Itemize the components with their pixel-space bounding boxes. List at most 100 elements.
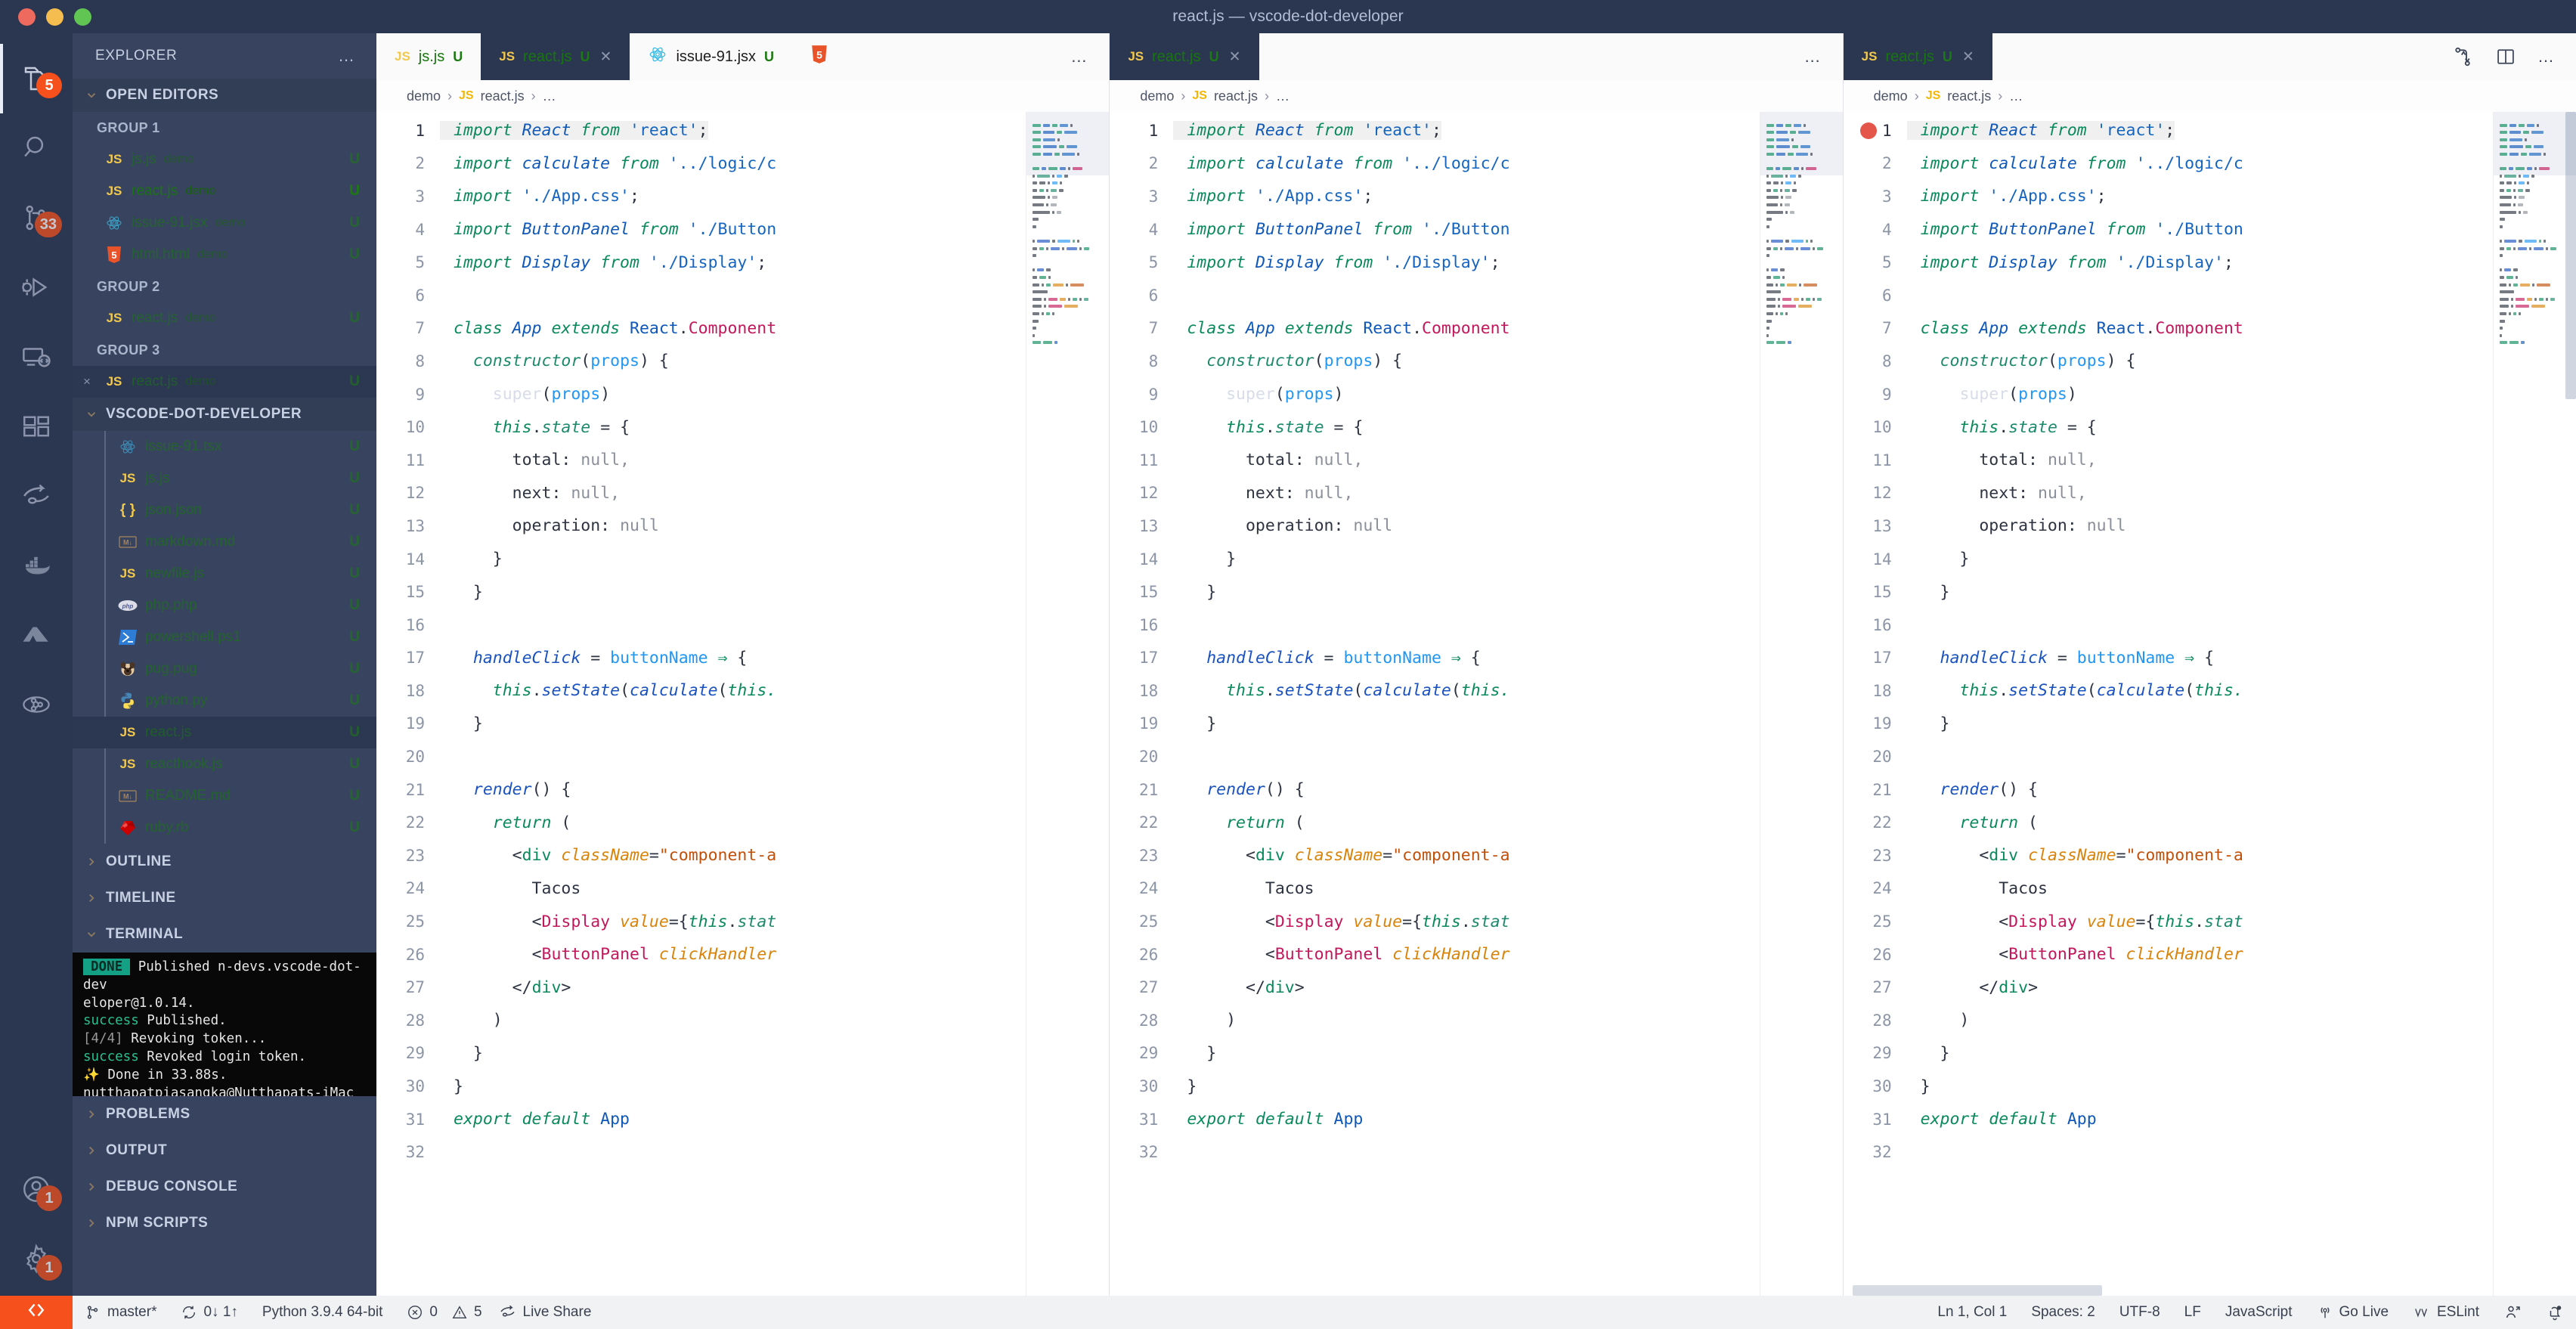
breadcrumb-file[interactable]: react.js [1214, 88, 1258, 104]
problems-section-header[interactable]: PROBLEMS [73, 1096, 376, 1132]
status-go-live[interactable]: Go Live [2305, 1296, 2401, 1329]
open-editor-row[interactable]: JS js.js demo U [73, 144, 376, 175]
activity-item-run-and-debug[interactable] [0, 252, 73, 322]
remote-window-button[interactable] [0, 1296, 73, 1329]
close-icon[interactable]: ✕ [600, 48, 612, 66]
breadcrumb-2[interactable]: demo › JS react.js › … [1110, 80, 1842, 112]
tree-row[interactable]: php php.php U [73, 590, 376, 621]
outline-section-header[interactable]: OUTLINE [73, 844, 376, 880]
status-live-share[interactable]: Live Share [487, 1296, 604, 1329]
breadcrumb-3[interactable]: demo › JS react.js › … [1844, 80, 2576, 112]
status-branch[interactable]: master* [73, 1296, 169, 1329]
terminal-section-header[interactable]: TERMINAL [73, 916, 376, 953]
editor-more-actions-button[interactable]: … [1804, 47, 1823, 67]
breadcrumb-folder[interactable]: demo [1140, 88, 1174, 104]
minimap-token [2546, 247, 2548, 250]
code-line-text: } [1173, 1044, 1216, 1063]
tree-row[interactable]: JS react.js U [73, 717, 376, 748]
breadcrumb-symbol[interactable]: … [543, 88, 556, 104]
split-editor-icon[interactable] [2495, 46, 2516, 67]
tab-react-js[interactable]: JS react.js U ✕ [1110, 33, 1259, 80]
status-sync[interactable]: 0↓ 1↑ [169, 1296, 249, 1329]
status-python-interpreter[interactable]: Python 3.9.4 64-bit [250, 1296, 395, 1329]
terminal-output[interactable]: DONE Published n-devs.vscode-dot-dev elo… [73, 953, 376, 1096]
tree-row[interactable]: JS js.js U [73, 463, 376, 494]
explorer-more-actions-button[interactable]: … [338, 48, 357, 64]
activity-item-azure[interactable] [0, 600, 73, 670]
status-cursor-position[interactable]: Ln 1, Col 1 [1925, 1296, 2019, 1329]
activity-item-live-share[interactable] [0, 461, 73, 531]
timeline-section-header[interactable]: TIMELINE [73, 880, 376, 916]
npm-scripts-section-header[interactable]: NPM SCRIPTS [73, 1205, 376, 1241]
tree-row[interactable]: issue-91.tsx U [73, 431, 376, 463]
tab-react-js[interactable]: JS react.js U ✕ [481, 33, 630, 80]
tab-issue-91-jsx[interactable]: issue-91.jsx U [630, 33, 792, 80]
breadcrumb-file[interactable]: react.js [481, 88, 525, 104]
code-editor-2[interactable]: 1import React from 'react';2import calcu… [1110, 112, 1842, 1296]
tree-row[interactable]: M↓ README.md U [73, 780, 376, 812]
status-encoding[interactable]: UTF-8 [2107, 1296, 2172, 1329]
activity-item-test-explorer[interactable] [0, 670, 73, 739]
open-changes-icon[interactable] [2451, 45, 2474, 68]
activity-item-settings[interactable]: 1 [0, 1226, 73, 1296]
tree-row[interactable]: python.py U [73, 685, 376, 717]
activity-item-source-control[interactable]: 33 [0, 183, 73, 252]
minimap-slider[interactable] [2494, 112, 2576, 175]
status-errors[interactable]: 0 5 [395, 1296, 486, 1329]
workspace-section-header[interactable]: VSCODE-DOT-DEVELOPER [73, 398, 376, 431]
tree-row[interactable]: pug.pug U [73, 653, 376, 685]
close-icon[interactable]: ✕ [1962, 48, 1974, 66]
minimap-2[interactable] [1760, 112, 1843, 1296]
code-editor-3[interactable]: 1import React from 'react';2import calcu… [1844, 112, 2576, 1296]
close-icon[interactable]: × [83, 374, 91, 389]
vertical-scrollbar[interactable] [2565, 112, 2576, 399]
status-indentation[interactable]: Spaces: 2 [2019, 1296, 2107, 1329]
status-eslint[interactable]: ESLint [2401, 1296, 2491, 1329]
tree-row[interactable]: JS newfile.js U [73, 558, 376, 590]
breadcrumb-1[interactable]: demo › JS react.js › … [376, 80, 1109, 112]
horizontal-scrollbar[interactable] [1853, 1285, 2102, 1296]
minimap-token [1044, 305, 1046, 308]
tab-js-js[interactable]: JS js.js U [376, 33, 481, 80]
breadcrumb-symbol[interactable]: … [1276, 88, 1290, 104]
tree-row[interactable]: ruby.rb U [73, 812, 376, 844]
open-editors-section-header[interactable]: OPEN EDITORS [73, 79, 376, 112]
minimap-1[interactable] [1026, 112, 1109, 1296]
status-notifications[interactable] [2534, 1296, 2576, 1329]
breadcrumb-folder[interactable]: demo [407, 88, 441, 104]
output-section-header[interactable]: OUTPUT [73, 1132, 376, 1169]
editor-more-actions-button[interactable]: … [2537, 47, 2556, 67]
status-eol[interactable]: LF [2172, 1296, 2213, 1329]
breakpoint-marker[interactable] [1860, 122, 1877, 139]
open-editor-row[interactable]: JS react.js demo U [73, 175, 376, 207]
code-editor-1[interactable]: 1import React from 'react';2import calcu… [376, 112, 1109, 1296]
minimap-slider[interactable] [1026, 112, 1109, 175]
breadcrumb-file[interactable]: react.js [1947, 88, 1991, 104]
open-editor-row[interactable]: issue-91.jsx demo U [73, 207, 376, 239]
activity-item-remote-explorer[interactable] [0, 322, 73, 392]
line-number: 3 [1844, 187, 1907, 206]
open-editor-row[interactable]: JS react.js demo U [73, 302, 376, 334]
open-editor-row[interactable]: 5 html.html demo U [73, 239, 376, 271]
minimap-slider[interactable] [1760, 112, 1843, 175]
status-feedback[interactable] [2491, 1296, 2534, 1329]
tab-html-html[interactable]: 5 [792, 33, 847, 80]
minimap-3[interactable] [2493, 112, 2576, 1296]
activity-item-accounts[interactable]: 1 [0, 1157, 73, 1226]
tree-row[interactable]: powershell.ps1 U [73, 621, 376, 653]
breadcrumb-symbol[interactable]: … [2009, 88, 2023, 104]
status-language-mode[interactable]: JavaScript [2213, 1296, 2305, 1329]
activity-item-docker[interactable] [0, 531, 73, 600]
close-icon[interactable]: ✕ [1229, 48, 1241, 66]
tree-row[interactable]: M↓ markdown.md U [73, 526, 376, 558]
debug-console-section-header[interactable]: DEBUG CONSOLE [73, 1169, 376, 1205]
tab-react-js[interactable]: JS react.js U ✕ [1844, 33, 1992, 80]
editor-more-actions-button[interactable]: … [1070, 47, 1089, 67]
activity-item-search[interactable] [0, 113, 73, 183]
open-editor-row[interactable]: × JS react.js demo U [73, 366, 376, 398]
activity-item-extensions[interactable] [0, 392, 73, 461]
tree-row[interactable]: { } json.json U [73, 494, 376, 526]
activity-item-explorer[interactable]: 5 [0, 44, 73, 113]
tree-row[interactable]: JS reacthook.js U [73, 748, 376, 780]
breadcrumb-folder[interactable]: demo [1874, 88, 1908, 104]
